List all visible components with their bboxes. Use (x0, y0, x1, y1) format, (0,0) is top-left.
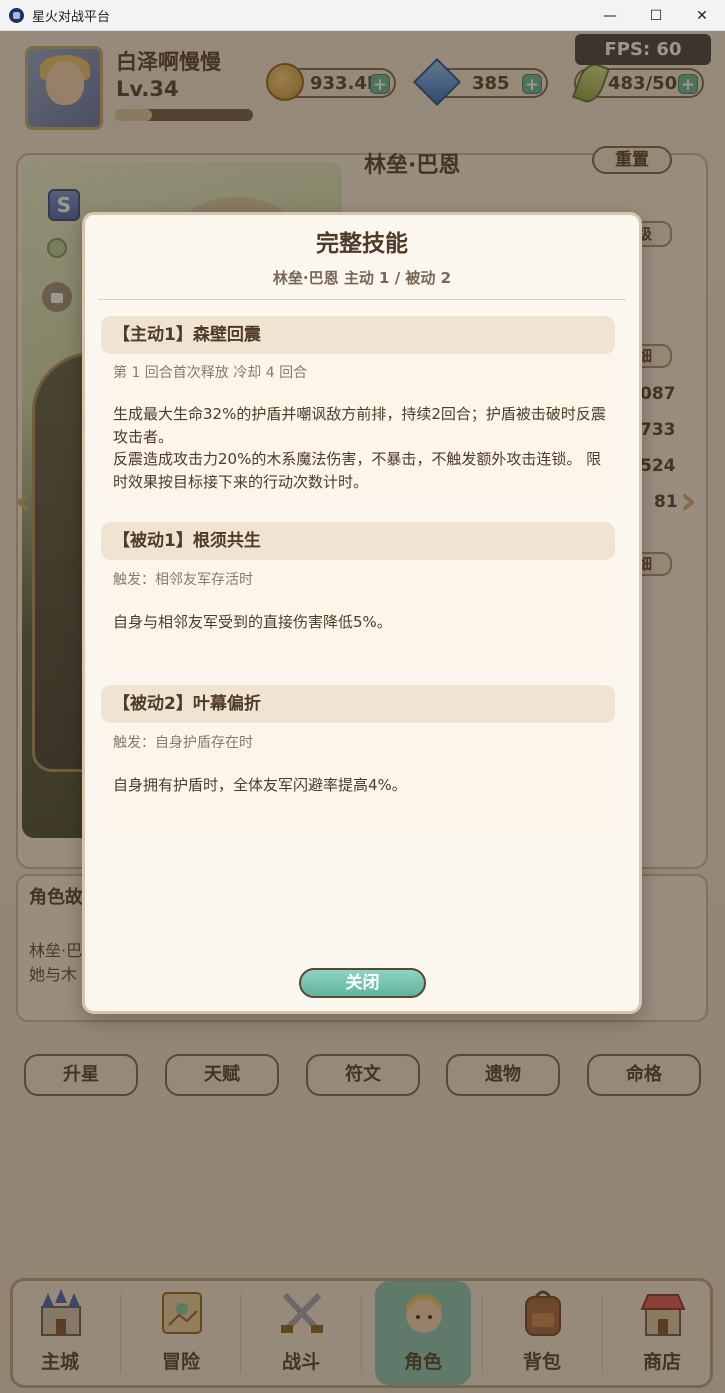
window-titlebar: 星火对战平台 — ☐ ✕ (0, 0, 725, 31)
maximize-button[interactable]: ☐ (633, 0, 679, 31)
skill-description: 生成最大生命32%的护盾并嘲讽敌方前排，持续2回合；护盾被击破时反震攻击者。 反… (113, 403, 608, 493)
skill-desc-line: 生成最大生命32%的护盾并嘲讽敌方前排，持续2回合；护盾被击破时反震攻击者。 (113, 405, 606, 446)
skill-meta: 触发：相邻友军存活时 (113, 572, 253, 588)
skill-description: 自身拥有护盾时，全体友军闪避率提高4%。 (113, 776, 407, 794)
app-icon (9, 7, 24, 23)
modal-divider (98, 299, 626, 300)
modal-subtitle: 林垒·巴恩 主动 1 / 被动 2 (272, 269, 452, 287)
skill-name: 【被动1】根须共生 (101, 522, 615, 560)
skill-meta: 第 1 回合首次释放 冷却 4 回合 (113, 365, 308, 381)
close-window-button[interactable]: ✕ (679, 0, 725, 31)
skill-name: 【被动2】叶幕偏折 (101, 685, 615, 723)
skill-desc-line: 反震造成攻击力20%的木系魔法伤害，不暴击，不触发额外攻击连锁。 限时效果按目标… (113, 450, 602, 491)
skill-meta: 触发：自身护盾存在时 (113, 735, 253, 751)
modal-close-button[interactable]: 关闭 (299, 968, 426, 998)
minimize-button[interactable]: — (587, 0, 633, 31)
skill-description: 自身与相邻友军受到的直接伤害降低5%。 (113, 613, 392, 631)
window-title: 星火对战平台 (32, 9, 111, 25)
modal-title: 完整技能 (316, 231, 408, 257)
skill-name: 【主动1】森壁回震 (101, 316, 615, 354)
